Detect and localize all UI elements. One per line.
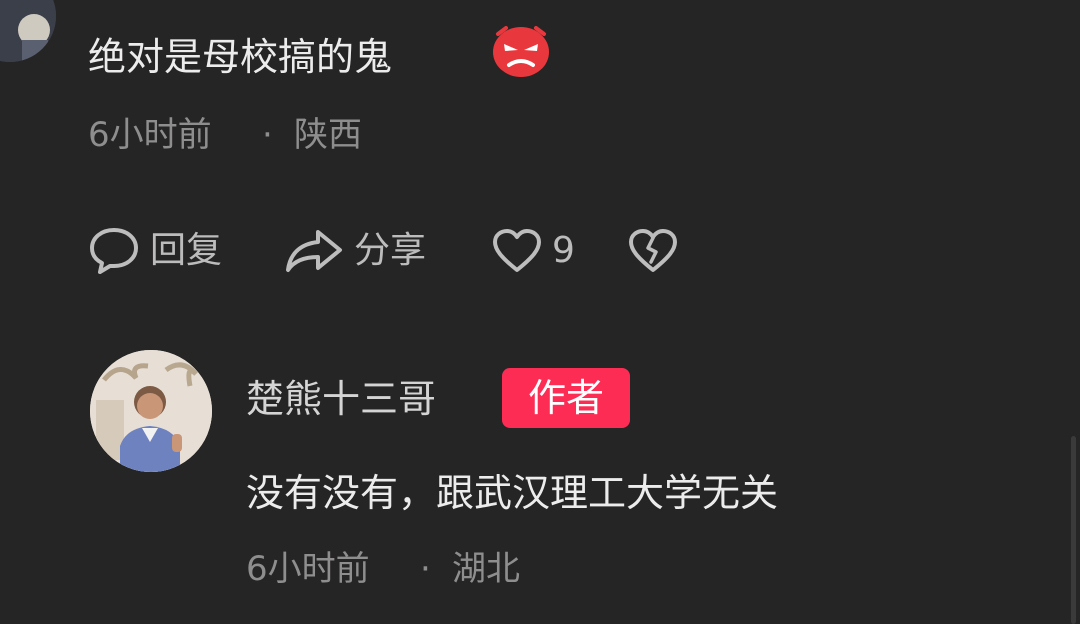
commenter-avatar[interactable] [0, 0, 56, 62]
heart-outline-icon [493, 229, 541, 272]
reply-time: 6小时前 [246, 549, 370, 589]
scrollbar[interactable] [1071, 436, 1076, 624]
share-label: 分享 [354, 230, 427, 271]
comment-body: 绝对是母校搞的鬼 [88, 35, 393, 79]
broken-heart-icon [629, 229, 677, 272]
like-button[interactable]: 9 [492, 226, 575, 276]
reply-button[interactable]: 回复 [88, 226, 222, 276]
share-arrow-icon [286, 230, 342, 272]
reply-body: 没有没有，跟武汉理工大学无关 [246, 471, 779, 515]
like-count: 9 [552, 230, 575, 271]
reply-label: 回复 [150, 230, 223, 271]
reply-location: 湖北 [452, 549, 520, 589]
dislike-button[interactable] [628, 226, 678, 276]
avatar-image [0, 0, 56, 62]
author-photo [90, 350, 212, 472]
author-avatar[interactable] [90, 350, 212, 472]
comment-time: 6小时前 [88, 115, 212, 155]
comment-thread: 绝对是母校搞的鬼 6小时前 · 陕西 回复 分享 9 楚熊十三哥 作者 没有没有… [0, 0, 1080, 624]
comment-location: 陕西 [294, 115, 362, 155]
meta-separator: · [420, 549, 431, 589]
angry-face-icon [493, 26, 549, 77]
reply-bubble-icon [90, 228, 138, 274]
author-badge: 作者 [502, 368, 630, 428]
meta-separator: · [262, 115, 273, 155]
author-username[interactable]: 楚熊十三哥 [246, 380, 436, 418]
share-button[interactable]: 分享 [284, 226, 426, 276]
